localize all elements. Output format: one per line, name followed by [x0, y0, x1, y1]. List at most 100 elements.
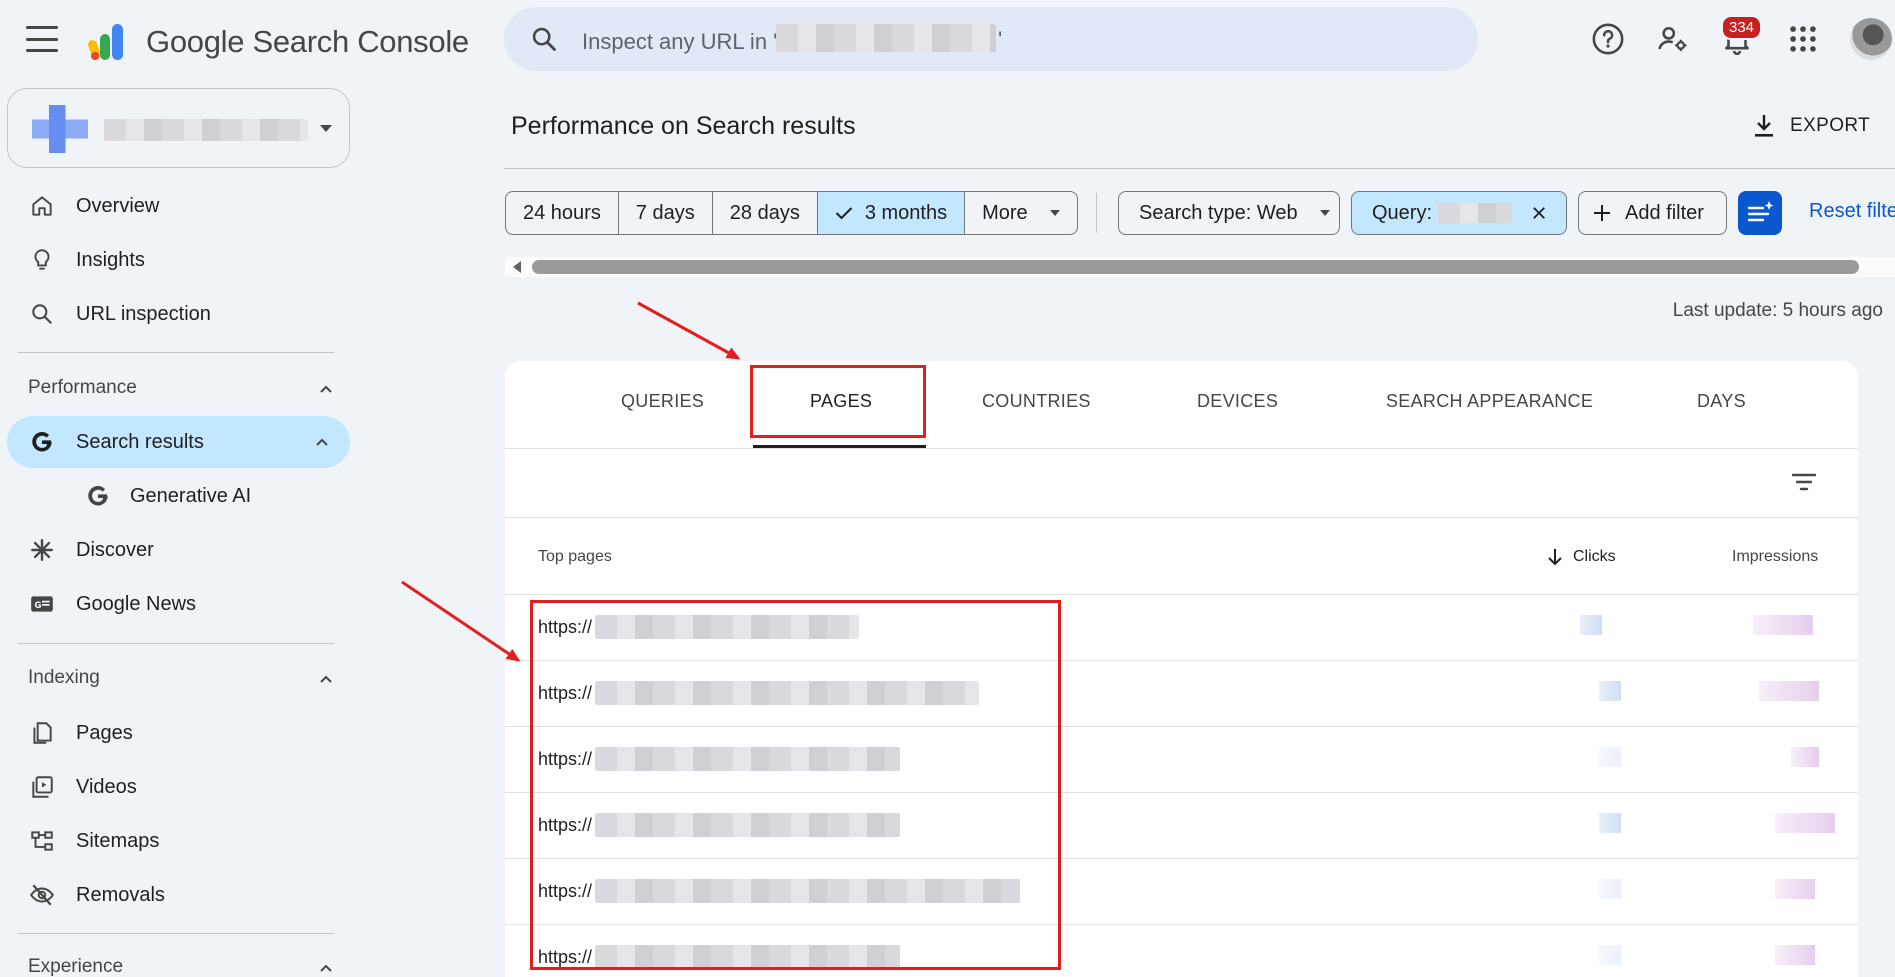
sidebar-divider: [18, 643, 334, 644]
news-icon: G: [31, 596, 53, 612]
range-label: 24 hours: [523, 201, 601, 224]
highlight-url-list: [530, 600, 1061, 970]
close-icon[interactable]: [1532, 205, 1546, 221]
google-g-icon: [32, 431, 52, 452]
sidebar-item-label: URL inspection: [76, 303, 211, 325]
redacted-impressions: [1775, 879, 1815, 899]
range-3-months[interactable]: 3 months: [817, 192, 966, 234]
home-icon: [32, 196, 52, 216]
sidebar-item-label: Google News: [76, 593, 197, 615]
help-icon[interactable]: [1591, 22, 1625, 56]
section-performance[interactable]: Performance: [18, 369, 350, 409]
table-header: Top pages Clicks Impressions: [505, 518, 1858, 595]
chevron-up-icon: [320, 675, 332, 683]
sidebar-item-search-results[interactable]: Search results: [7, 416, 350, 468]
column-impressions[interactable]: Impressions: [1732, 548, 1818, 566]
sidebar-item-label: Pages: [76, 722, 133, 744]
sidebar-item-overview[interactable]: Overview: [7, 180, 350, 232]
sidebar-item-label: Discover: [76, 539, 154, 561]
redacted-property-name: [104, 119, 308, 141]
redacted-clicks: [1599, 747, 1621, 767]
sidebar-item-label: Generative AI: [130, 485, 252, 507]
section-indexing[interactable]: Indexing: [18, 659, 350, 699]
horizontal-scrollbar[interactable]: [505, 257, 1895, 277]
scrollbar-thumb[interactable]: [532, 260, 1859, 274]
scroll-left-icon[interactable]: [513, 261, 521, 273]
range-label: 28 days: [729, 201, 800, 224]
reset-filters-link[interactable]: Reset filte: [1809, 200, 1895, 223]
chevron-up-icon: [316, 438, 328, 446]
top-bar: Google Search Console Inspect any URL in…: [0, 0, 1895, 80]
range-7-days[interactable]: 7 days: [619, 192, 713, 234]
arrow-down-icon: [1548, 549, 1562, 566]
sidebar-item-generative-ai[interactable]: Generative AI: [7, 470, 350, 522]
highlight-pages-tab: [750, 365, 926, 438]
redacted-impressions: [1753, 615, 1813, 635]
chevron-up-icon: [320, 964, 332, 972]
section-label: Performance: [28, 377, 137, 398]
property-favicon-icon: [32, 105, 88, 153]
tab-days[interactable]: DAYS: [1697, 391, 1746, 412]
sparkle-filter-icon: [1747, 201, 1774, 222]
sidebar-item-label: Insights: [76, 249, 145, 271]
sidebar-item-insights[interactable]: Insights: [7, 234, 350, 286]
sidebar-item-label: Videos: [76, 776, 137, 798]
manage-user-icon[interactable]: [1656, 22, 1690, 56]
tab-queries[interactable]: QUERIES: [621, 391, 704, 412]
google-g-icon: [88, 485, 108, 506]
avatar[interactable]: [1850, 18, 1892, 60]
range-label: More: [982, 201, 1028, 224]
range-more[interactable]: More: [965, 192, 1077, 234]
sidebar-item-url-inspection[interactable]: URL inspection: [7, 288, 350, 340]
range-24-hours[interactable]: 24 hours: [506, 192, 619, 234]
pages-icon: [33, 722, 52, 744]
search-type-filter[interactable]: Search type: Web: [1118, 191, 1340, 235]
redacted-clicks: [1599, 879, 1621, 899]
sidebar-divider: [18, 352, 334, 353]
chip-label: Query:: [1372, 201, 1433, 224]
main-menu-icon[interactable]: [26, 26, 58, 52]
query-filter-chip[interactable]: Query:: [1351, 191, 1567, 235]
sidebar-item-videos[interactable]: Videos: [7, 761, 350, 813]
tab-countries[interactable]: COUNTRIES: [982, 391, 1091, 412]
column-clicks[interactable]: Clicks: [1573, 548, 1616, 566]
sidebar-item-discover[interactable]: Discover: [7, 524, 350, 576]
search-placeholder: Inspect any URL in ': [582, 29, 778, 54]
property-selector[interactable]: [7, 88, 350, 168]
redacted-impressions: [1775, 813, 1835, 833]
redacted-clicks: [1599, 945, 1621, 965]
sidebar-item-label: Sitemaps: [76, 830, 160, 852]
app-title: Google Search Console: [146, 24, 469, 59]
active-tab-indicator: [753, 445, 926, 448]
range-label: 3 months: [864, 201, 948, 224]
section-experience[interactable]: Experience: [18, 948, 350, 977]
tab-search-appearance[interactable]: SEARCH APPEARANCE: [1386, 391, 1593, 412]
sidebar-item-label: Removals: [76, 884, 165, 906]
title-divider: [504, 168, 1895, 169]
chevron-down-icon: [1319, 210, 1330, 216]
sidebar-item-sitemaps[interactable]: Sitemaps: [7, 815, 350, 867]
export-button[interactable]: EXPORT: [1752, 110, 1870, 142]
ai-filter-button[interactable]: [1738, 191, 1782, 235]
sidebar-item-pages[interactable]: Pages: [7, 707, 350, 759]
add-filter-button[interactable]: Add filter: [1578, 191, 1727, 235]
sidebar-item-google-news[interactable]: G Google News: [7, 578, 350, 630]
range-label: 7 days: [635, 201, 695, 224]
section-label: Indexing: [28, 667, 100, 688]
apps-grid-icon[interactable]: [1786, 22, 1820, 56]
asterisk-icon: [31, 539, 53, 561]
table-filter-row: [505, 449, 1858, 518]
sidebar-item-label: Search results: [76, 431, 204, 453]
eye-off-icon: [30, 884, 54, 906]
dimension-tabs: QUERIES PAGES COUNTRIES DEVICES SEARCH A…: [505, 361, 1858, 449]
range-28-days[interactable]: 28 days: [713, 192, 818, 234]
filter-rows-icon[interactable]: [1790, 469, 1818, 495]
sidebar-item-removals[interactable]: Removals: [7, 869, 350, 921]
download-icon: [1755, 115, 1773, 137]
tab-devices[interactable]: DEVICES: [1197, 391, 1278, 412]
filter-separator: [1096, 193, 1097, 233]
export-label: EXPORT: [1790, 115, 1871, 136]
svg-text:G: G: [34, 601, 41, 611]
sitemap-icon: [31, 831, 53, 851]
column-top-pages[interactable]: Top pages: [538, 548, 612, 566]
